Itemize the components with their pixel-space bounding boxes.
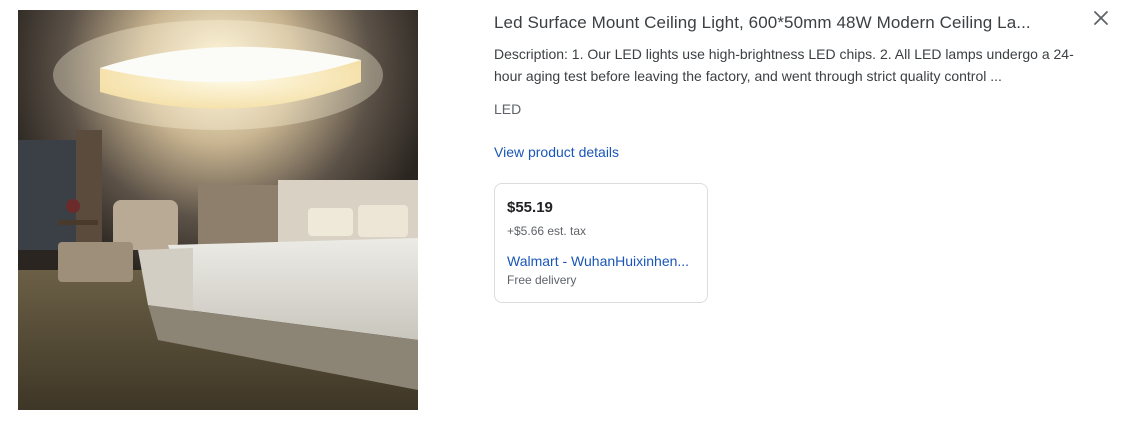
offer-card[interactable]: $55.19 +$5.66 est. tax Walmart - WuhanHu… [494,183,708,303]
product-brand: LED [494,101,522,117]
product-description: Description: 1. Our LED lights use high-… [494,46,1074,84]
offer-delivery: Free delivery [507,273,577,287]
product-photo [18,10,418,410]
close-button[interactable] [1088,5,1114,31]
view-product-details-link[interactable]: View product details [494,142,619,162]
close-icon [1094,11,1108,25]
product-title: Led Surface Mount Ceiling Light, 600*50m… [494,13,1031,32]
product-details: Led Surface Mount Ceiling Light, 600*50m… [494,12,1094,303]
product-image[interactable] [18,10,418,410]
offer-tax: +$5.66 est. tax [507,224,587,238]
offer-seller-link[interactable]: Walmart - WuhanHuixinhen... [507,251,693,271]
offer-price: $55.19 [507,199,553,216]
